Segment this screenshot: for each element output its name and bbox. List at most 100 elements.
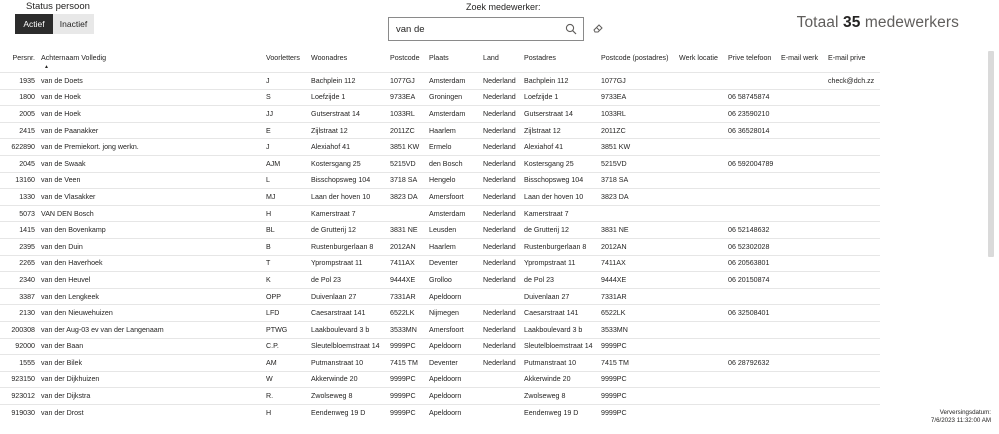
status-inactief-button[interactable]: Inactief bbox=[53, 14, 94, 34]
column-header[interactable]: Postadres bbox=[521, 51, 598, 73]
column-header[interactable]: Plaats bbox=[426, 51, 480, 73]
table-cell: Apeldoorn bbox=[429, 392, 462, 401]
table-row[interactable]: 2340 van den Heuvel Kde Pol 23 9444XE Grollo… bbox=[0, 271, 880, 289]
table-row[interactable]: 1415 van den Bovenkamp BL de Grutterij 12 38… bbox=[0, 221, 880, 239]
refresh-date-label: Verversingsdatum: bbox=[939, 409, 991, 416]
table-cell: Bisschopsweg 104 bbox=[311, 176, 371, 185]
table-row[interactable]: 5073 VAN DEN Bosch H Kamerstraat 7 Amsterdam… bbox=[0, 205, 880, 222]
column-header[interactable]: Land bbox=[480, 51, 521, 73]
table-cell: 919030 bbox=[11, 408, 35, 417]
table-cell bbox=[825, 222, 880, 239]
table-cell bbox=[725, 205, 778, 222]
table-cell: van de Doets bbox=[41, 76, 83, 85]
table-cell: Apeldoorn bbox=[429, 375, 462, 384]
table-cell: Nederland bbox=[483, 275, 516, 284]
table-cell: 1077GJ bbox=[390, 76, 415, 85]
table-cell: 2265 bbox=[19, 259, 35, 268]
table-cell: Caesarstraat 141 bbox=[311, 309, 366, 318]
table-cell: Haarlem bbox=[429, 242, 456, 251]
table-cell: 1935 bbox=[19, 76, 35, 85]
table-cell: JJ bbox=[266, 109, 274, 118]
table-cell: Nederland bbox=[483, 176, 516, 185]
table-cell bbox=[676, 288, 725, 305]
column-header[interactable]: E-mail werk bbox=[778, 51, 825, 73]
table-cell: Grolloo bbox=[429, 275, 452, 284]
table-cell: Kostersgang 25 bbox=[311, 159, 361, 168]
table-cell: 9999PC bbox=[601, 408, 627, 417]
table-cell bbox=[825, 404, 880, 420]
column-header[interactable]: Persnr. bbox=[0, 51, 38, 73]
column-header[interactable]: Prive telefoon bbox=[725, 51, 778, 73]
column-header[interactable]: Postcode bbox=[387, 51, 426, 73]
status-actief-button[interactable]: Actief bbox=[15, 14, 53, 34]
table-cell: Nederland bbox=[483, 342, 516, 351]
table-cell: L bbox=[266, 176, 270, 185]
table-cell: Yprompstraat 11 bbox=[311, 259, 363, 268]
table-row[interactable]: 2045 van de Swaak AJM Kostersgang 25 5215VD d… bbox=[0, 155, 880, 172]
table-cell: 1033RL bbox=[601, 109, 626, 118]
table-row[interactable]: 200308 van der Aug-03 ev van der Langenaa… bbox=[0, 321, 880, 338]
column-header[interactable]: Woonadres bbox=[308, 51, 387, 73]
column-header[interactable]: Voorletters bbox=[263, 51, 308, 73]
table-cell: den Bosch bbox=[429, 159, 463, 168]
table-cell: 1033RL bbox=[390, 109, 415, 118]
table-row[interactable]: 2415 van de Paanakker E Zijlstraat 12 2011ZC… bbox=[0, 122, 880, 139]
table-row[interactable]: 919030 van der Drost H Eendenweg 19 D 9999PC… bbox=[0, 404, 880, 420]
table-cell bbox=[778, 288, 825, 305]
table-row[interactable]: 3387 van den Lengkeek OPP Duivenlaan 27 7331… bbox=[0, 288, 880, 305]
table-cell: Rustenburgerlaan 8 bbox=[311, 242, 374, 251]
table-row[interactable]: 923150 van der Dijkhuizen W Akkerwinde 20 99… bbox=[0, 371, 880, 388]
table-header-row: Persnr. Achternaam Volledig Voorletters Woo… bbox=[0, 51, 880, 73]
table-row[interactable]: 622890 van de Premiekort. jong werkn. J Ale… bbox=[0, 138, 880, 156]
table-row[interactable]: 1330 van de Vlasakker MJ Laan der hoven 10 3… bbox=[0, 188, 880, 206]
table-cell: Putmanstraat 10 bbox=[311, 358, 364, 367]
table-cell: Nederland bbox=[483, 325, 516, 334]
table-cell: 2415 bbox=[19, 126, 35, 135]
column-header[interactable]: Postcode (postadres) bbox=[598, 51, 676, 73]
table-cell: Rustenburgerlaan 8 bbox=[524, 242, 587, 251]
table-row[interactable]: 1800 van de Hoek S Loefzijde 1 9733EA Groning… bbox=[0, 89, 880, 106]
table-cell: W bbox=[266, 375, 273, 384]
table-cell bbox=[387, 205, 426, 222]
table-cell: 06 52148632 bbox=[728, 226, 770, 235]
table-row[interactable]: 92000 van der Baan C.P. Sleutelbloemstraat … bbox=[0, 338, 880, 355]
column-header[interactable]: Werk locatie bbox=[676, 51, 725, 73]
table-cell bbox=[778, 155, 825, 172]
table-row[interactable]: 2265 van den Haverhoek T Yprompstraat 11 741… bbox=[0, 255, 880, 272]
table-cell bbox=[676, 89, 725, 106]
table-cell: Amsterdam bbox=[429, 76, 466, 85]
table-cell bbox=[778, 305, 825, 322]
table-row[interactable]: 923012 van der Dijkstra R. Zwolseweg 8 9999P… bbox=[0, 387, 880, 405]
table-cell: van der Bilek bbox=[41, 358, 83, 367]
table-cell: Amsterdam bbox=[429, 109, 466, 118]
search-input[interactable] bbox=[396, 22, 556, 36]
table-cell: Alexiahof 41 bbox=[311, 143, 351, 152]
column-header[interactable]: Achternaam Volledig bbox=[38, 51, 263, 73]
table-cell: Leusden bbox=[429, 226, 457, 235]
total-employees: Totaal 35 medewerkers bbox=[797, 14, 959, 32]
table-row[interactable]: 1935 van de Doets J Bachplein 112 1077GJ Amst… bbox=[0, 72, 880, 90]
table-row[interactable]: 2005 van de Hoek JJ Gutserstraat 14 1033RL Am… bbox=[0, 105, 880, 123]
search-icon[interactable] bbox=[565, 23, 577, 35]
table-cell bbox=[676, 272, 725, 289]
column-header[interactable]: E-mail prive bbox=[825, 51, 880, 73]
table-cell bbox=[778, 371, 825, 388]
table-cell: Hengelo bbox=[429, 176, 456, 185]
table-cell: Gutserstraat 14 bbox=[311, 109, 360, 118]
table-cell: PTWG bbox=[266, 325, 288, 334]
table-cell: 1800 bbox=[19, 93, 35, 102]
eraser-icon[interactable] bbox=[592, 22, 604, 34]
table-cell: 06 23590210 bbox=[728, 109, 770, 118]
vertical-scrollbar[interactable] bbox=[988, 51, 994, 257]
table-cell: H bbox=[266, 209, 272, 218]
search-box[interactable] bbox=[388, 17, 584, 41]
table-cell: Nederland bbox=[483, 109, 516, 118]
table-cell: Nederland bbox=[483, 309, 516, 318]
table-row[interactable]: 2395 van den Duin B Rustenburgerlaan 8 2012A… bbox=[0, 238, 880, 255]
table-cell: 92000 bbox=[15, 342, 35, 351]
table-row[interactable]: 2130 van den Nieuwehuizen LFD Caesarstraat … bbox=[0, 304, 880, 322]
table-cell: E bbox=[266, 126, 271, 135]
table-cell: 1555 bbox=[19, 358, 35, 367]
table-row[interactable]: 1555 van der Bilek AM Putmanstraat 10 7415 T… bbox=[0, 354, 880, 372]
table-row[interactable]: 13160 van de Veen L Bisschopsweg 104 3718 SA… bbox=[0, 172, 880, 189]
